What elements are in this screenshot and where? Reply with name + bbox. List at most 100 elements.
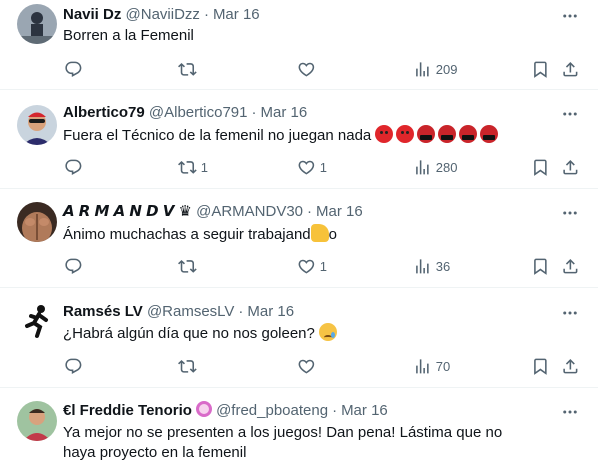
tweet-body: Fuera el Técnico de la femenil no juegan… (63, 125, 583, 146)
retweet-button[interactable] (178, 256, 201, 276)
bookmark-button[interactable] (531, 356, 550, 376)
more-options-icon[interactable] (560, 203, 580, 223)
display-name[interactable]: Albertico79 (63, 104, 145, 121)
share-button[interactable] (561, 157, 580, 177)
tweet[interactable]: Ramsés LV @RamsesLV · Mar 16 ¿Habrá algún … (0, 288, 598, 388)
tweet-text: ¿Habrá algún día que no nos goleen? (63, 325, 315, 342)
view-count: 280 (435, 159, 458, 175)
tweet[interactable]: Albertico79 @Albertico791 · Mar 16 Fuera e… (0, 90, 598, 189)
tweet-text: Ya mejor no se presenten a los juegos! D… (63, 424, 503, 461)
action-bar: 1 1 280 (54, 157, 589, 177)
tweet-header: Navii Dz @NaviiDzz · Mar 16 (63, 5, 260, 25)
tweet-header: 𝘼 𝙍 𝙈 𝘼 𝙉 𝘿 𝙑 ♛ @ARMANDV30 · Mar 16 (63, 202, 363, 222)
user-handle[interactable]: @NaviiDzz (126, 6, 200, 23)
retweet-button[interactable]: 1 (178, 157, 208, 177)
user-handle[interactable]: @ARMANDV30 (196, 203, 303, 220)
retweet-button[interactable] (178, 59, 201, 79)
views-button[interactable]: 209 (413, 59, 457, 79)
reply-button[interactable] (64, 256, 87, 276)
like-button[interactable] (297, 59, 320, 79)
retweet-button[interactable] (178, 356, 201, 376)
tweet[interactable]: €l Freddie Tenorio @fred_pboateng · Mar 16… (0, 388, 598, 468)
avatar[interactable] (17, 301, 57, 341)
reply-icon (65, 61, 82, 77)
tweet-body: Ánimo muchachas a seguir trabajand o (63, 224, 583, 245)
tweet-date[interactable]: Mar 16 (261, 104, 308, 121)
display-name[interactable]: €l Freddie Tenorio (63, 402, 192, 419)
emoji-cursing-face (459, 125, 478, 143)
display-name[interactable]: Navii Dz (63, 6, 121, 23)
views-button[interactable]: 36 (413, 256, 450, 276)
views-icon (416, 159, 429, 175)
tweet[interactable]: 𝘼 𝙍 𝙈 𝘼 𝙉 𝘿 𝙑 ♛ @ARMANDV30 · Mar 16 Ánimo … (0, 189, 598, 288)
heart-icon (298, 359, 315, 374)
share-icon (563, 358, 578, 374)
bookmark-icon (534, 358, 547, 375)
user-handle[interactable]: @RamsesLV (147, 303, 234, 320)
bookmark-button[interactable] (531, 59, 550, 79)
heart-icon (298, 160, 315, 175)
tweet-date[interactable]: Mar 16 (247, 303, 294, 320)
user-handle[interactable]: @fred_pboateng (216, 402, 328, 419)
separator-dot: · (307, 203, 313, 220)
more-options-icon[interactable] (560, 104, 580, 124)
avatar[interactable] (17, 401, 57, 441)
separator-dot: · (251, 104, 257, 121)
emoji-spiral (195, 401, 212, 417)
share-button[interactable] (561, 256, 580, 276)
reply-icon (65, 258, 82, 274)
share-icon (563, 258, 578, 274)
display-name[interactable]: Ramsés LV (63, 303, 143, 320)
like-count: 1 (319, 258, 327, 274)
bookmark-button[interactable] (531, 256, 550, 276)
like-button[interactable]: 1 (297, 256, 327, 276)
view-count: 36 (435, 258, 451, 274)
emoji-angry-face (396, 125, 415, 143)
views-button[interactable]: 280 (413, 157, 457, 177)
action-bar: 1 36 (54, 256, 589, 276)
tweet-date[interactable]: Mar 16 (341, 402, 388, 419)
more-options-icon[interactable] (560, 303, 580, 323)
avatar[interactable] (17, 202, 57, 242)
heart-icon (298, 62, 315, 77)
views-icon (416, 358, 429, 374)
tweet-body: ¿Habrá algún día que no nos goleen? (63, 323, 583, 344)
tweet-header: €l Freddie Tenorio @fred_pboateng · Mar 16 (63, 401, 388, 421)
views-icon (416, 61, 429, 77)
tweet-header: Ramsés LV @RamsesLV · Mar 16 (63, 302, 294, 322)
avatar[interactable] (17, 105, 57, 145)
emoji-flexed-biceps (310, 224, 329, 242)
tweet-date[interactable]: Mar 16 (316, 203, 363, 220)
reply-feed: Navii Dz @NaviiDzz · Mar 16 Borren a la Fe… (0, 0, 598, 468)
share-button[interactable] (561, 59, 580, 79)
tweet[interactable]: Navii Dz @NaviiDzz · Mar 16 Borren a la Fe… (0, 0, 598, 90)
more-options-icon[interactable] (560, 6, 580, 26)
heart-icon (298, 259, 315, 274)
retweet-icon (178, 160, 197, 174)
user-handle[interactable]: @Albertico791 (149, 104, 248, 121)
avatar[interactable] (17, 4, 57, 44)
reply-icon (65, 159, 82, 175)
reply-button[interactable] (64, 59, 87, 79)
action-bar: 209 (54, 59, 589, 79)
tweet-header: Albertico79 @Albertico791 · Mar 16 (63, 103, 307, 123)
emoji-angry-face (375, 125, 394, 143)
reply-button[interactable] (64, 157, 87, 177)
views-button[interactable]: 70 (413, 356, 450, 376)
like-button[interactable] (297, 356, 320, 376)
tweet-text: Borren a la Femenil (63, 27, 194, 44)
reply-button[interactable] (64, 356, 87, 376)
like-button[interactable]: 1 (297, 157, 327, 177)
tweet-date[interactable]: Mar 16 (213, 6, 260, 23)
share-button[interactable] (561, 356, 580, 376)
bookmark-button[interactable] (531, 157, 550, 177)
share-icon (563, 61, 578, 77)
separator-dot: · (332, 402, 338, 419)
more-options-icon[interactable] (560, 402, 580, 422)
emoji-cursing-face (480, 125, 499, 143)
display-name[interactable]: 𝘼 𝙍 𝙈 𝘼 𝙉 𝘿 𝙑 ♛ (63, 203, 192, 220)
bookmark-icon (534, 61, 547, 78)
emoji-cursing-face (438, 125, 457, 143)
retweet-icon (178, 359, 197, 373)
emoji-cursing-face (417, 125, 436, 143)
